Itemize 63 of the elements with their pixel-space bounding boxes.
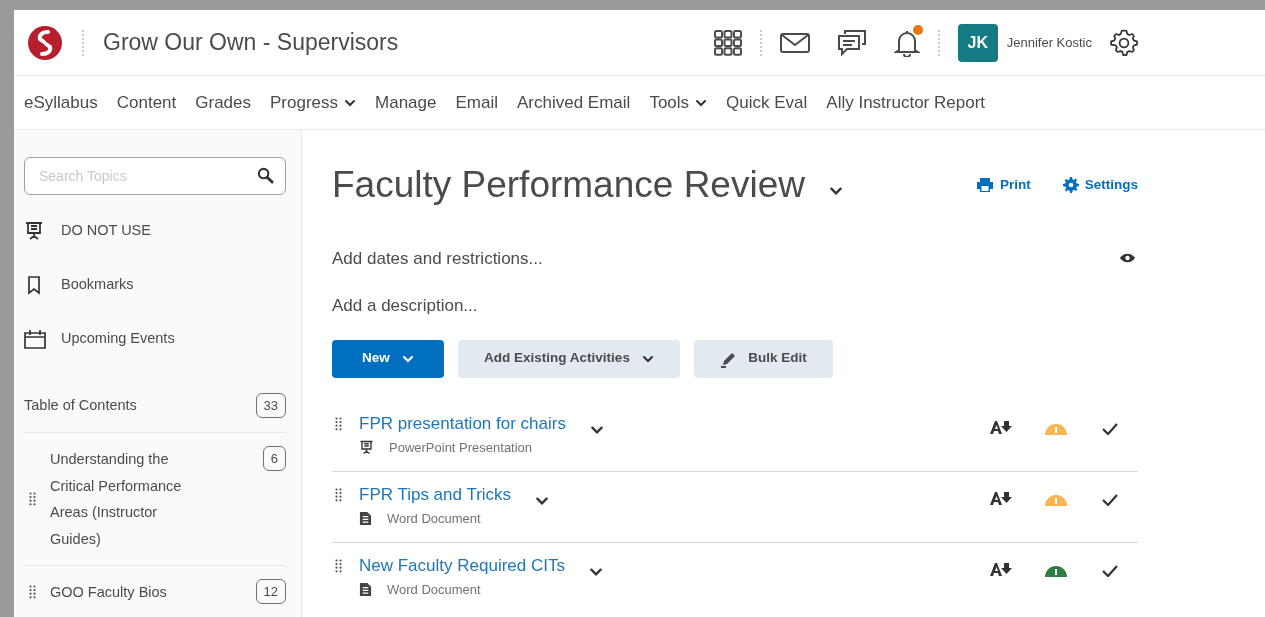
settings-icon[interactable] bbox=[1109, 27, 1139, 58]
search-icon[interactable] bbox=[257, 167, 274, 184]
nav-link[interactable]: eSyllabus bbox=[24, 89, 98, 116]
checkmark-icon[interactable] bbox=[1102, 493, 1118, 506]
chat-icon[interactable] bbox=[836, 28, 867, 57]
search-field[interactable]: Search Topics bbox=[24, 157, 286, 195]
page-title: Faculty Performance Review bbox=[332, 163, 805, 207]
sidebar-item[interactable]: DO NOT USE bbox=[61, 220, 151, 242]
sidebar-item[interactable]: Upcoming Events bbox=[61, 328, 175, 350]
nav-link[interactable]: Grades bbox=[195, 89, 251, 116]
drag-handle-icon[interactable] bbox=[29, 492, 36, 506]
logo-icon[interactable] bbox=[27, 24, 63, 61]
module-link[interactable]: Understanding the Critical Performance Areas (Instructor Guides) bbox=[50, 446, 263, 552]
add-existing-activities-button[interactable]: Add Existing Activities bbox=[458, 339, 680, 378]
checkmark-icon[interactable] bbox=[1102, 422, 1118, 435]
avatar[interactable]: JK bbox=[957, 23, 998, 62]
nav-link[interactable]: Progress bbox=[270, 89, 357, 116]
activity-type: Word Document bbox=[387, 581, 481, 599]
document-icon bbox=[359, 511, 372, 527]
user-name[interactable]: Jennifer Kostic bbox=[1006, 32, 1092, 53]
nav-link[interactable]: Archived Email bbox=[517, 89, 631, 116]
sidebar-item[interactable]: Bookmarks bbox=[61, 274, 134, 296]
print-link[interactable]: Print bbox=[975, 174, 1031, 195]
nav-link[interactable]: Ally Instructor Report bbox=[826, 89, 986, 116]
nav-link[interactable]: Tools bbox=[649, 89, 708, 116]
sort-icon[interactable] bbox=[989, 560, 1013, 577]
nav-link[interactable]: Quick Eval bbox=[726, 89, 808, 116]
eye-icon[interactable] bbox=[1119, 252, 1136, 265]
sort-icon[interactable] bbox=[989, 489, 1013, 506]
activity-type: Word Document bbox=[387, 510, 481, 528]
presentation-icon bbox=[359, 440, 374, 456]
new-button[interactable]: New bbox=[332, 339, 444, 378]
settings-link[interactable]: Settings bbox=[1062, 174, 1138, 195]
activity-link[interactable]: New Faculty Required CITs bbox=[359, 552, 565, 578]
table-of-contents-link[interactable]: Table of Contents bbox=[24, 394, 137, 417]
presentation-icon bbox=[24, 221, 44, 241]
count-badge: 6 bbox=[262, 446, 286, 471]
calendar-icon bbox=[24, 329, 46, 349]
mail-icon[interactable] bbox=[779, 32, 810, 53]
description-link[interactable]: Add a description... bbox=[332, 293, 1138, 319]
activity-link[interactable]: FPR Tips and Tricks bbox=[359, 481, 512, 507]
module-link[interactable]: GOO Faculty Bios bbox=[50, 579, 256, 606]
drag-handle-icon[interactable] bbox=[29, 585, 36, 600]
nav-link[interactable]: Manage bbox=[375, 89, 437, 116]
activity-link[interactable]: FPR presentation for chairs bbox=[359, 410, 566, 436]
nav-link[interactable]: Email bbox=[455, 89, 498, 116]
drag-handle-icon[interactable] bbox=[335, 416, 342, 431]
printer-icon bbox=[975, 176, 994, 193]
bulk-edit-button[interactable]: Bulk Edit bbox=[694, 339, 833, 378]
checkmark-icon[interactable] bbox=[1102, 564, 1118, 577]
course-title[interactable]: Grow Our Own - Supervisors bbox=[103, 25, 399, 60]
count-badge: 33 bbox=[255, 393, 286, 418]
document-icon bbox=[359, 582, 372, 598]
nav-link[interactable]: Content bbox=[116, 89, 177, 116]
count-badge: 12 bbox=[255, 579, 286, 604]
drag-handle-icon[interactable] bbox=[335, 558, 342, 573]
bell-icon[interactable] bbox=[893, 28, 920, 57]
sort-icon[interactable] bbox=[989, 418, 1013, 435]
grid-icon[interactable] bbox=[713, 29, 742, 56]
dates-link[interactable]: Add dates and restrictions... bbox=[332, 245, 543, 271]
activity-type: PowerPoint Presentation bbox=[389, 439, 533, 457]
gear-icon bbox=[1062, 176, 1079, 193]
drag-handle-icon[interactable] bbox=[335, 487, 342, 502]
